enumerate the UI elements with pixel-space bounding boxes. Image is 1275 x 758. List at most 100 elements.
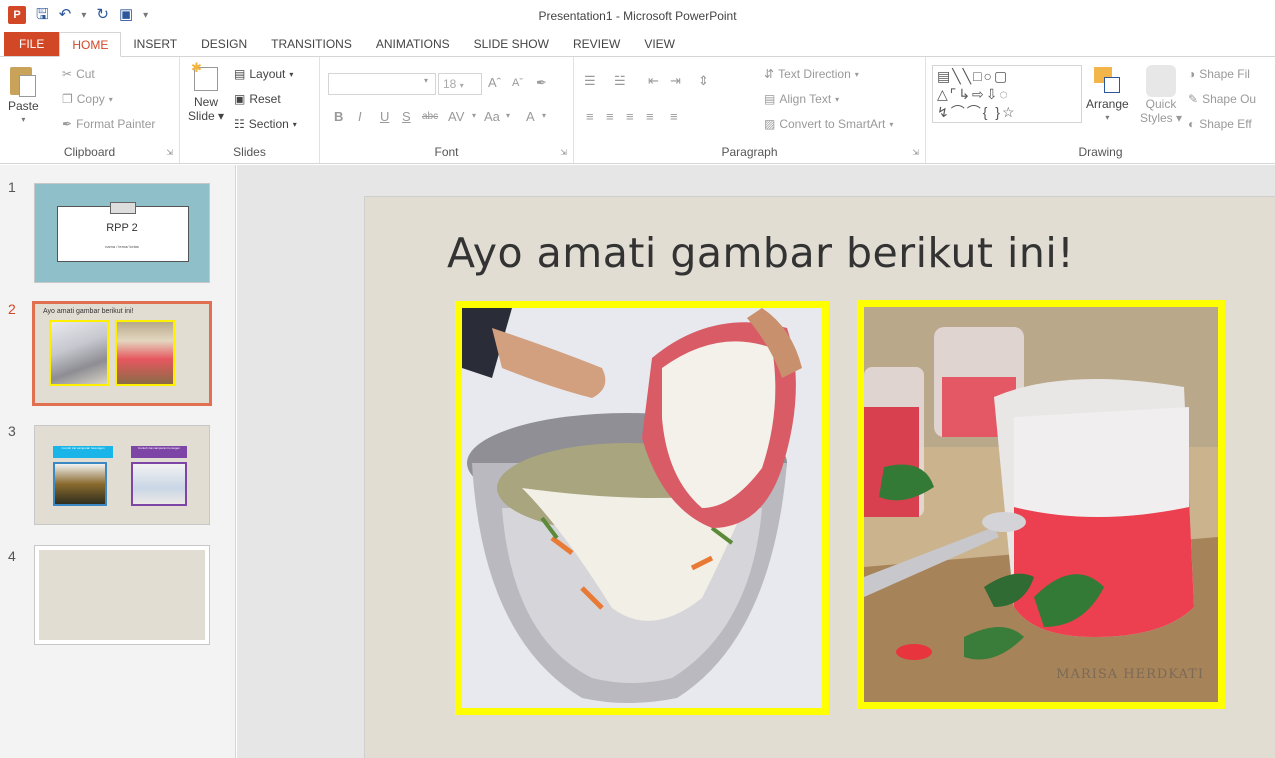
thumbnail-number: 3 <box>8 423 16 439</box>
paste-button[interactable]: Paste ▾ <box>8 65 39 127</box>
font-color-dropdown-icon[interactable]: ▾ <box>542 111 546 120</box>
quick-styles-icon <box>1146 65 1177 97</box>
strikethrough-icon[interactable]: abc <box>422 111 438 122</box>
slide-thumbnail-3[interactable]: Contoh zat campuran heterogen Contoh zat… <box>34 425 210 525</box>
new-slide-icon: ✱ <box>191 61 221 95</box>
decrease-indent-icon[interactable]: ⇤ <box>648 73 659 89</box>
section-dropdown-icon: ▾ <box>292 119 297 129</box>
thumbnail-subtitle: nama / tema/ kelas <box>105 244 139 249</box>
shape-fill-button[interactable]: ◑ Shape Fil <box>1188 67 1250 81</box>
tab-view[interactable]: VIEW <box>632 32 687 57</box>
change-case-icon[interactable]: Aa <box>484 109 500 124</box>
slide-thumbnails-pane: 1 RPP 2 nama / tema/ kelas 2 Ayo amati g… <box>0 165 236 758</box>
font-name-dropdown-icon[interactable]: ▾ <box>424 76 428 85</box>
decrease-font-size-icon[interactable]: Aˇ <box>512 77 523 89</box>
paragraph-dialog-launcher-icon[interactable]: ⇲ <box>912 148 919 157</box>
numbering-icon[interactable]: ☱ <box>614 73 626 89</box>
clipboard-group-label: Clipboard <box>63 145 116 159</box>
cut-button[interactable]: ✂ Cut <box>62 67 95 81</box>
shape-effects-button[interactable]: ◐ Shape Eff <box>1188 117 1252 131</box>
center-icon[interactable]: ≡ <box>606 109 614 124</box>
character-spacing-dropdown-icon[interactable]: ▾ <box>472 111 476 120</box>
thumbnail-background <box>39 550 205 640</box>
red-drink-image <box>864 307 1218 702</box>
ribbon: Paste ▾ ✂ Cut ❐ Copy ▾ ✒ Format Painter … <box>0 56 1275 164</box>
text-direction-dropdown-icon: ▾ <box>854 69 859 79</box>
align-text-icon: ▤ <box>764 92 776 106</box>
font-size-box[interactable]: 18 ▾ <box>438 73 482 95</box>
align-text-button[interactable]: ▤ Align Text ▾ <box>764 92 839 106</box>
thumbnail-number: 1 <box>8 179 16 195</box>
paste-dropdown-icon: ▾ <box>21 115 26 124</box>
align-right-icon[interactable]: ≡ <box>626 109 634 124</box>
slide-thumbnail-2[interactable]: Ayo amati gambar berikut ini! <box>32 301 212 406</box>
clear-formatting-icon[interactable]: ✒ <box>536 75 547 91</box>
font-name-box[interactable] <box>328 73 436 95</box>
format-painter-button[interactable]: ✒ Format Painter <box>62 117 155 131</box>
slide-thumbnail-1[interactable]: RPP 2 nama / tema/ kelas <box>34 183 210 283</box>
paste-icon <box>8 65 38 99</box>
slide-picture-left[interactable] <box>455 301 829 715</box>
convert-smartart-button[interactable]: ▨ Convert to SmartArt ▾ <box>764 117 893 131</box>
new-slide-button[interactable]: ✱ New Slide ▾ <box>188 61 225 124</box>
pencil-icon: ✎ <box>1188 92 1199 106</box>
shape-outline-label: Shape Ou <box>1202 92 1257 106</box>
increase-font-size-icon[interactable]: Aˆ <box>488 75 501 90</box>
image-watermark: MARISA HERDKATI <box>1056 667 1204 682</box>
thumbnail-label: Contoh zat campuran heterogen <box>53 446 113 458</box>
increase-indent-icon[interactable]: ⇥ <box>670 73 681 89</box>
slide-thumbnail-4[interactable] <box>34 545 210 645</box>
dialog-launcher-icon[interactable]: ⇲ <box>166 148 173 157</box>
tab-insert[interactable]: INSERT <box>121 32 189 57</box>
layout-label: Layout <box>249 67 286 81</box>
reset-button[interactable]: ▣ Reset <box>234 92 281 106</box>
quick-styles-button[interactable]: Quick Styles ▾ <box>1140 65 1182 125</box>
powerpoint-window: P 🖫 ↶ ▾ ↻ ▣ ▾ Presentation1 - Microsoft … <box>0 0 1275 758</box>
font-dialog-launcher-icon[interactable]: ⇲ <box>560 148 567 157</box>
arrange-label: Arrange <box>1086 97 1129 111</box>
paint-bucket-icon: ◑ <box>1188 67 1196 81</box>
layout-button[interactable]: ▤ Layout ▾ <box>234 67 293 81</box>
change-case-dropdown-icon[interactable]: ▾ <box>506 111 510 120</box>
align-left-icon[interactable]: ≡ <box>586 109 594 124</box>
slide-picture-right[interactable]: MARISA HERDKATI <box>857 300 1225 709</box>
text-direction-label: Text Direction <box>778 67 851 81</box>
current-slide[interactable]: Ayo amati gambar berikut ini! MARISA HER… <box>365 197 1275 758</box>
thumbnail-picture <box>131 462 187 506</box>
font-color-icon[interactable]: A <box>526 109 535 124</box>
tab-design[interactable]: DESIGN <box>189 32 259 57</box>
arrange-button[interactable]: Arrange ▾ <box>1086 65 1129 125</box>
flour-bowl-image <box>462 308 822 708</box>
slide-title[interactable]: Ayo amati gambar berikut ini! <box>447 229 1074 277</box>
section-button[interactable]: ☷ Section ▾ <box>234 117 297 131</box>
shapes-gallery[interactable]: ▤╲╲□○▢ △⌜↳⇨⇩◌ ↯⌒⌒{ }☆ <box>932 65 1082 123</box>
shape-effects-icon: ◐ <box>1188 117 1196 131</box>
bold-icon[interactable]: B <box>334 109 343 124</box>
justify-icon[interactable]: ≡ <box>646 109 654 124</box>
window-title: Presentation1 - Microsoft PowerPoint <box>538 9 737 23</box>
text-direction-icon: ⇵ <box>764 67 775 81</box>
text-shadow-icon[interactable]: S <box>402 109 411 124</box>
underline-icon[interactable]: U <box>380 109 389 124</box>
title-card <box>57 206 189 262</box>
tab-animations[interactable]: ANIMATIONS <box>364 32 462 57</box>
bullets-icon[interactable]: ☰ <box>584 73 596 89</box>
tab-slide-show[interactable]: SLIDE SHOW <box>462 32 561 57</box>
columns-icon[interactable]: ≡ <box>670 109 678 124</box>
paragraph-group-label: Paragraph <box>721 145 778 159</box>
tab-home[interactable]: HOME <box>59 32 122 57</box>
line-spacing-icon[interactable]: ⇕ <box>698 73 709 89</box>
copy-button[interactable]: ❐ Copy ▾ <box>62 92 113 106</box>
brush-icon: ✒ <box>62 117 73 131</box>
shape-outline-button[interactable]: ✎ Shape Ou <box>1188 92 1256 106</box>
layout-dropdown-icon: ▾ <box>289 69 294 79</box>
text-direction-button[interactable]: ⇵ Text Direction ▾ <box>764 67 859 81</box>
tab-file[interactable]: FILE <box>4 32 60 57</box>
character-spacing-icon[interactable]: AV <box>448 109 464 124</box>
shape-fill-label: Shape Fil <box>1199 67 1250 81</box>
slide-canvas: Ayo amati gambar berikut ini! MARISA HER… <box>237 165 1275 758</box>
new-slide-label-2: Slide ▾ <box>188 109 225 123</box>
tab-transitions[interactable]: TRANSITIONS <box>259 32 364 57</box>
tab-review[interactable]: REVIEW <box>561 32 632 57</box>
italic-icon[interactable]: I <box>358 109 362 124</box>
